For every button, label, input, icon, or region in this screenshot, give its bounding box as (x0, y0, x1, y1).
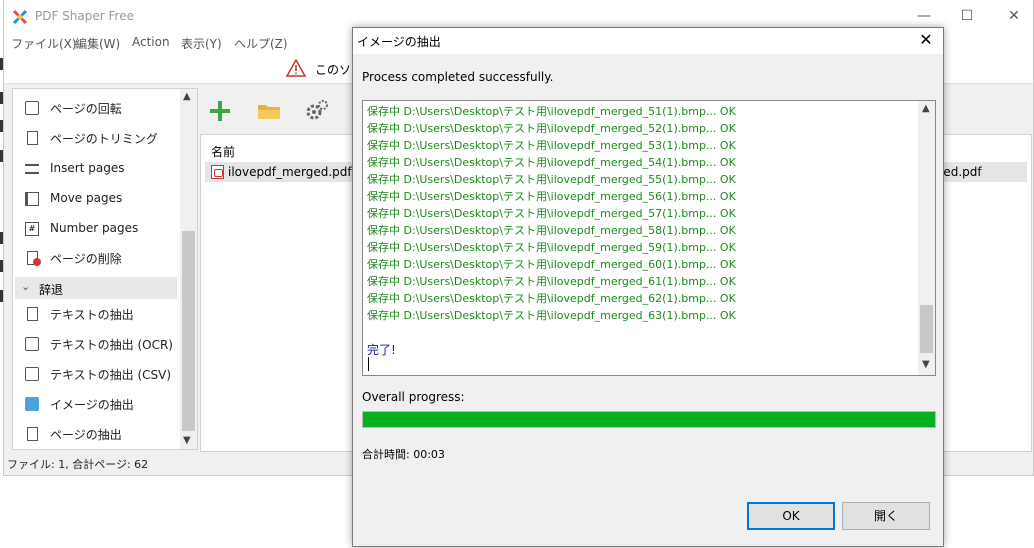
warning-icon (286, 59, 306, 77)
sidebar-item-extract-text-ocr[interactable]: テキストの抽出 (OCR) (17, 331, 179, 357)
sidebar-item-label: ページのトリミング (50, 132, 158, 146)
done-text: 完了! (367, 343, 396, 357)
log-line: 保存中 D:\Users\Desktop\テスト用\ilovepdf_merge… (367, 122, 736, 135)
menu-action[interactable]: Action (132, 35, 170, 49)
sidebar-scrollbar[interactable]: ▲ ▼ (180, 89, 197, 449)
menu-view[interactable]: 表示(Y) (181, 35, 222, 52)
sidebar-item-label: ページの抽出 (50, 428, 122, 442)
text-caret (368, 357, 369, 371)
status-bar-text: ファイル: 1, 合計ページ: 62 (7, 458, 149, 471)
sidebar-item-extract-text-csv[interactable]: テキストの抽出 (CSV) (17, 361, 179, 387)
minimize-icon[interactable]: — (914, 6, 934, 26)
open-folder-icon[interactable] (256, 98, 282, 124)
extract-text-csv-icon (25, 367, 39, 381)
sidebar-item-insert-pages[interactable]: Insert pages (17, 156, 179, 182)
extract-images-icon (25, 397, 39, 411)
sidebar-item-label: Move pages (50, 191, 123, 205)
elapsed-time: 合計時間: 00:03 (362, 448, 445, 461)
delete-page-icon (27, 251, 41, 266)
log-line: 保存中 D:\Users\Desktop\テスト用\ilovepdf_merge… (367, 241, 736, 254)
maximize-icon[interactable]: ☐ (957, 6, 977, 26)
menu-help[interactable]: ヘルプ(Z) (234, 35, 288, 52)
extract-images-dialog: イメージの抽出 ✕ Process completed successfully… (352, 27, 944, 547)
sidebar-item-label: テキストの抽出 (50, 308, 134, 322)
sidebar-item-label: Number pages (50, 221, 139, 235)
ok-button[interactable]: OK (747, 502, 835, 530)
menu-file[interactable]: ファイル(X) (11, 35, 77, 52)
add-file-icon[interactable] (207, 98, 233, 124)
pdf-file-icon (211, 165, 224, 179)
overall-progress-bar (362, 411, 936, 428)
log-line: 保存中 D:\Users\Desktop\テスト用\ilovepdf_merge… (367, 105, 736, 118)
sidebar-item-rotate-pages[interactable]: ページの回転 (17, 95, 179, 121)
sidebar-item-label: ページの削除 (50, 252, 122, 266)
scroll-up-icon[interactable]: ▲ (183, 91, 191, 102)
log-line: 保存中 D:\Users\Desktop\テスト用\ilovepdf_merge… (367, 173, 736, 186)
progress-fill (363, 412, 935, 427)
insert-pages-icon (25, 164, 39, 174)
actions-sidebar: ページの回転 ページのトリミング Insert pages Move pages… (12, 88, 198, 450)
extract-text-ocr-icon (25, 337, 39, 351)
log-lines: 完了! 保存中 D:\Users\Desktop\テスト用\ilovepdf_m… (363, 101, 918, 375)
scroll-down-icon[interactable]: ▼ (922, 359, 930, 370)
sidebar-item-delete-pages[interactable]: ページの削除 (17, 245, 179, 271)
sidebar-list: ページの回転 ページのトリミング Insert pages Move pages… (13, 89, 181, 449)
log-line: 保存中 D:\Users\Desktop\テスト用\ilovepdf_merge… (367, 292, 736, 305)
close-icon[interactable]: ✕ (1004, 6, 1024, 26)
settings-gear-icon[interactable] (304, 98, 330, 124)
sidebar-group-label: 辞退 (39, 283, 64, 297)
log-line: 保存中 D:\Users\Desktop\テスト用\ilovepdf_merge… (367, 139, 736, 152)
app-logo-icon (12, 9, 28, 25)
open-button[interactable]: 開く (842, 502, 930, 530)
sidebar-item-extract-pages[interactable]: ページの抽出 (17, 421, 179, 447)
sidebar-item-label: イメージの抽出 (50, 398, 134, 412)
sidebar-item-crop-pages[interactable]: ページのトリミング (17, 125, 179, 151)
extract-text-icon (27, 307, 38, 321)
scrollbar-thumb[interactable] (920, 305, 933, 353)
sidebar-item-move-pages[interactable]: Move pages (17, 186, 179, 212)
dialog-title: イメージの抽出 (357, 35, 441, 49)
log-line: 保存中 D:\Users\Desktop\テスト用\ilovepdf_merge… (367, 309, 736, 322)
log-line: 保存中 D:\Users\Desktop\テスト用\ilovepdf_merge… (367, 224, 736, 237)
sidebar-item-label: Insert pages (50, 161, 125, 175)
scroll-down-icon[interactable]: ▼ (183, 435, 191, 446)
rotate-page-icon (25, 101, 39, 115)
app-title: PDF Shaper Free (35, 9, 134, 23)
log-scrollbar[interactable]: ▲ ▼ (918, 101, 935, 375)
sidebar-item-number-pages[interactable]: # Number pages (17, 216, 179, 242)
sidebar-item-label: テキストの抽出 (CSV) (50, 368, 172, 382)
file-name: ilovepdf_merged.pdf (228, 165, 352, 179)
sidebar-item-extract-text[interactable]: テキストの抽出 (17, 301, 179, 327)
extract-pages-icon (27, 427, 38, 441)
number-pages-icon: # (25, 222, 39, 236)
crop-page-icon (27, 131, 38, 145)
dialog-title-bar: イメージの抽出 ✕ (353, 28, 943, 54)
log-line: 保存中 D:\Users\Desktop\テスト用\ilovepdf_merge… (367, 275, 736, 288)
log-output[interactable]: 完了! 保存中 D:\Users\Desktop\テスト用\ilovepdf_m… (362, 100, 936, 376)
log-line: 保存中 D:\Users\Desktop\テスト用\ilovepdf_merge… (367, 207, 736, 220)
log-line: 保存中 D:\Users\Desktop\テスト用\ilovepdf_merge… (367, 156, 736, 169)
menu-edit[interactable]: 編集(W) (75, 35, 120, 52)
sidebar-item-extract-images[interactable]: イメージの抽出 (17, 391, 179, 417)
log-line: 保存中 D:\Users\Desktop\テスト用\ilovepdf_merge… (367, 190, 736, 203)
scroll-up-icon[interactable]: ▲ (922, 103, 930, 114)
sidebar-item-label: テキストの抽出 (OCR) (50, 338, 173, 352)
column-header-name[interactable]: 名前 (211, 143, 235, 160)
progress-label: Overall progress: (362, 390, 465, 404)
sidebar-item-label: ページの回転 (50, 102, 122, 116)
dialog-close-icon[interactable]: ✕ (915, 29, 937, 51)
process-status: Process completed successfully. (362, 70, 554, 84)
log-line: 保存中 D:\Users\Desktop\テスト用\ilovepdf_merge… (367, 258, 736, 271)
sidebar-group-extract[interactable]: ⌄ 辞退 (15, 277, 177, 299)
move-pages-icon (25, 192, 39, 206)
scrollbar-thumb[interactable] (182, 231, 195, 431)
chevron-down-icon: ⌄ (21, 280, 31, 293)
